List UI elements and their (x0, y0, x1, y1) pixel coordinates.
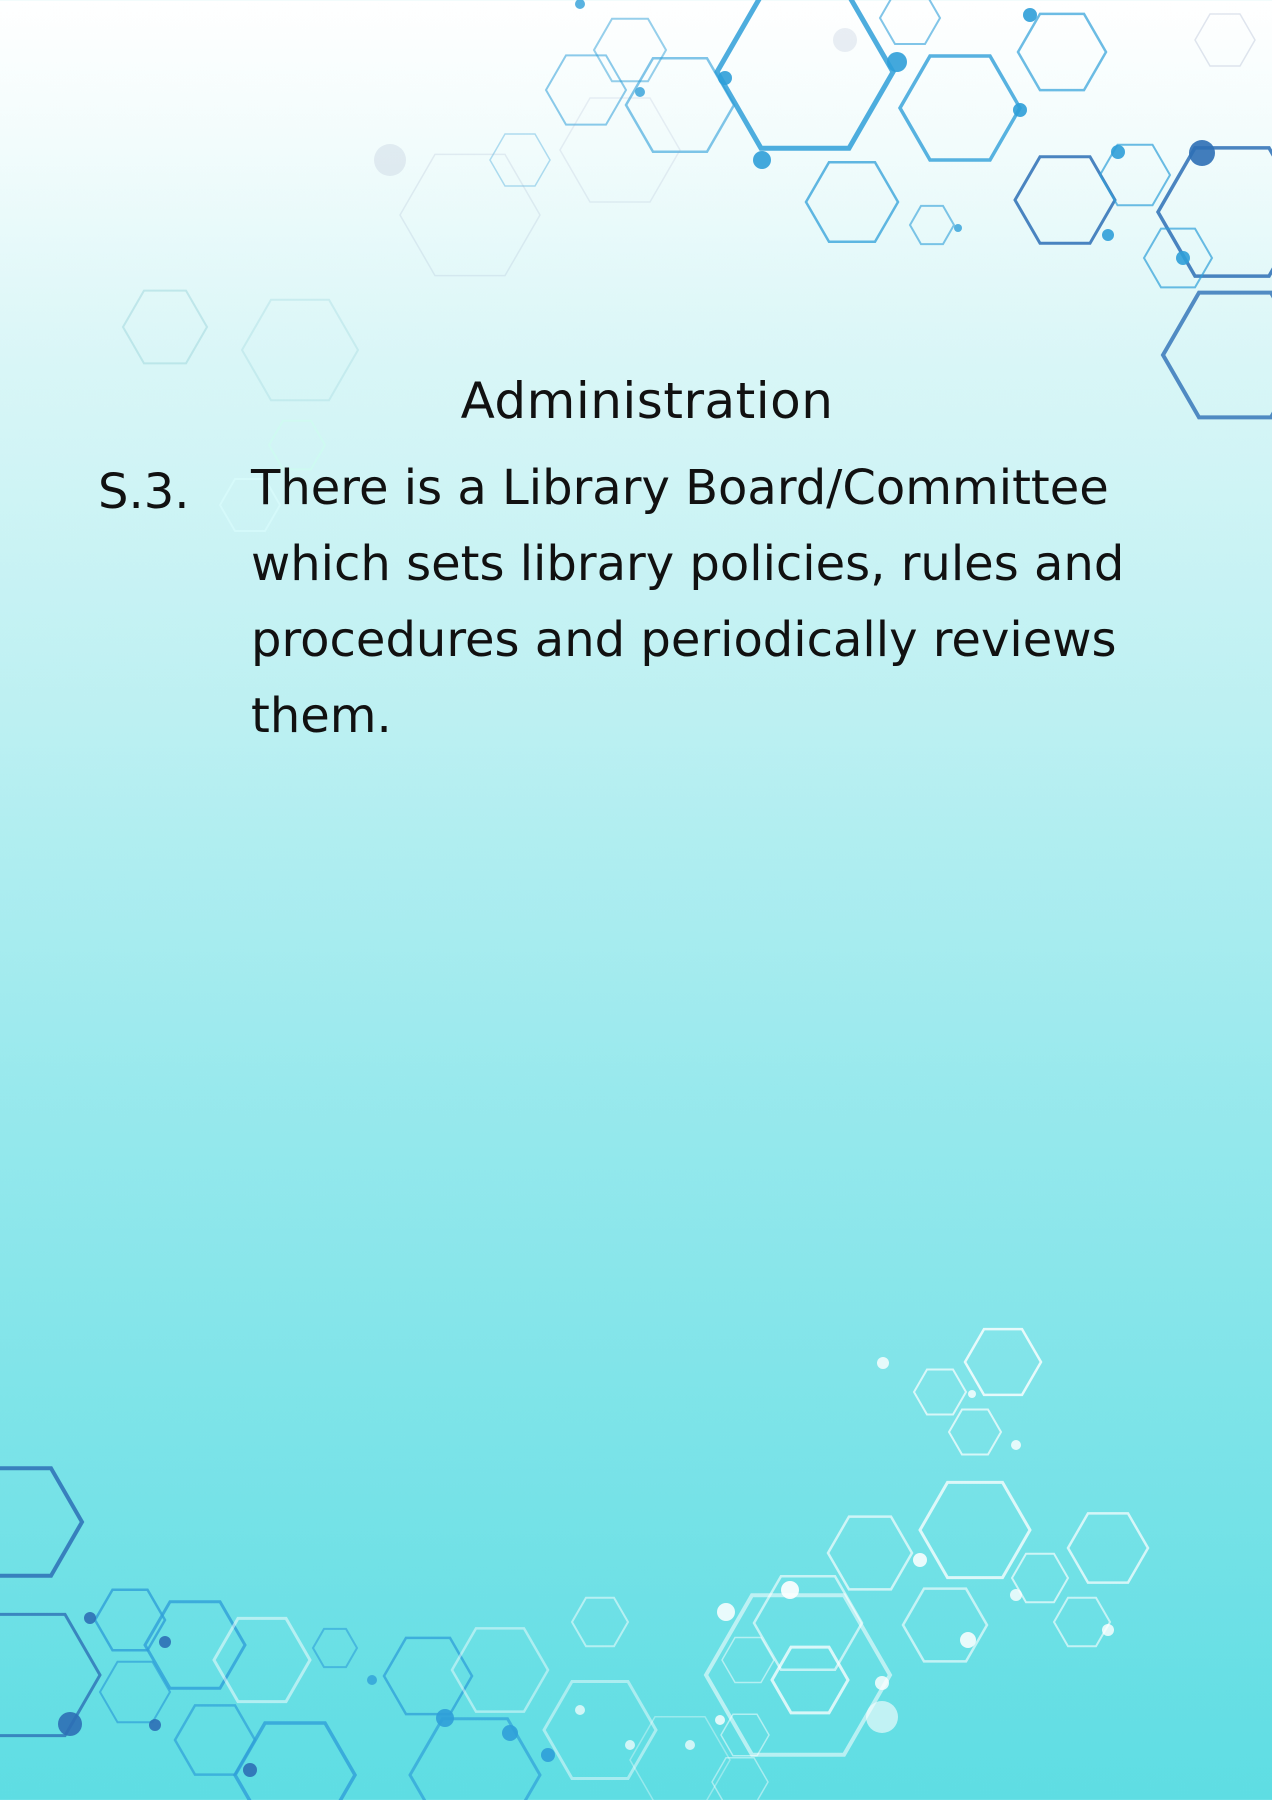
node-dot (887, 52, 907, 72)
hexagon-shape (592, 17, 668, 83)
node-dot (685, 1740, 695, 1750)
node-dot (502, 1725, 518, 1741)
standard-text: There is a Library Board/Committee which… (251, 460, 1125, 744)
node-dot (960, 1632, 976, 1648)
hexagon-shape (770, 1645, 850, 1715)
node-dot (1102, 229, 1114, 241)
node-dot (575, 1705, 585, 1715)
hexagon-shape (559, 97, 681, 203)
hexagon-shape (826, 1515, 914, 1591)
node-dot (1011, 1440, 1021, 1450)
node-dot (1010, 1589, 1022, 1601)
node-dot (149, 1719, 161, 1731)
node-dot (875, 1676, 889, 1690)
node-dot (781, 1581, 799, 1599)
node-dot (717, 1603, 735, 1621)
hexagon-shape (918, 1480, 1032, 1580)
hexagon-shape (752, 1574, 864, 1672)
hexagon-shape (1016, 12, 1108, 92)
standard-number: S.3. (98, 464, 190, 520)
node-dot (575, 0, 585, 9)
node-dot (159, 1636, 171, 1648)
node-dot (84, 1612, 96, 1624)
page-title: Administration (460, 372, 834, 430)
hexagon-shape (121, 289, 209, 365)
node-dot (833, 28, 857, 52)
hexagon-shape (399, 153, 541, 277)
hexagon-shape (544, 54, 628, 126)
node-dot (1102, 1624, 1114, 1636)
node-dot (1189, 140, 1215, 166)
node-dot (913, 1553, 927, 1567)
hexagon-shape (720, 1713, 770, 1757)
node-dot (715, 1715, 725, 1725)
node-dot (954, 224, 962, 232)
hexagon-shape (714, 0, 896, 151)
node-dot (1013, 103, 1027, 117)
hexagon-shape (570, 1596, 630, 1648)
hexagon-shape (897, 54, 1023, 162)
hexagon-shape (450, 1627, 550, 1713)
hexagon-shape (1194, 13, 1256, 67)
hexagon-shape (711, 1757, 769, 1800)
node-dot (374, 144, 406, 176)
node-dot (436, 1709, 454, 1727)
hexagon-shape (912, 1368, 968, 1416)
hexagon-shape (963, 1327, 1043, 1397)
hexagon-shape (1066, 1512, 1150, 1584)
hexagon-shape (908, 204, 956, 246)
hexagon-shape (1155, 146, 1272, 278)
hexagon-pattern-decoration (0, 0, 1272, 1800)
node-dot (877, 1357, 889, 1369)
node-dot (1023, 8, 1037, 22)
hexagon-shape (542, 1680, 658, 1780)
node-dot (866, 1701, 898, 1733)
hexagon-shape (878, 0, 942, 45)
hexagon-shape (408, 1717, 542, 1800)
hexagon-shape (703, 1593, 893, 1757)
node-dot (718, 71, 732, 85)
hexagon-shape (382, 1636, 474, 1716)
node-dot (968, 1390, 976, 1398)
hexagon-shape (0, 1612, 102, 1738)
node-dot (1176, 251, 1190, 265)
hexagon-shape (311, 1627, 359, 1669)
node-dot (58, 1712, 82, 1736)
hexagon-shape (0, 1466, 85, 1578)
node-dot (367, 1675, 377, 1685)
node-dot (1111, 145, 1125, 159)
node-dot (753, 151, 771, 169)
node-dot (243, 1763, 257, 1777)
hexagon-shape (1013, 155, 1117, 245)
node-dot (635, 87, 645, 97)
hexagon-shape (804, 160, 900, 244)
hexagon-shape (1052, 1596, 1112, 1648)
hexagon-shape (947, 1408, 1003, 1456)
hexagon-shape (93, 1588, 167, 1652)
hexagon-shape (1098, 143, 1172, 207)
hexagon-shape (901, 1587, 989, 1663)
node-dot (625, 1740, 635, 1750)
hexagon-shape (489, 133, 551, 187)
hexagon-shape (212, 1616, 312, 1704)
node-dot (541, 1748, 555, 1762)
